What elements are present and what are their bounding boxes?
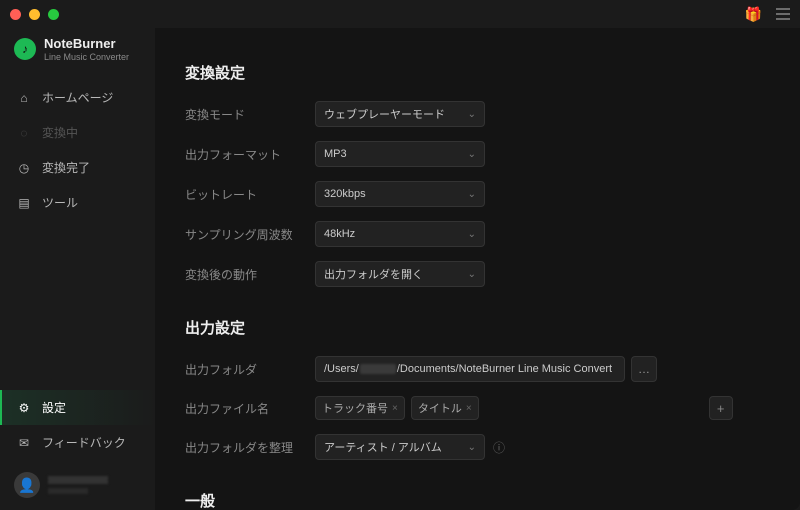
chevron-down-icon: ⌄ <box>468 149 476 160</box>
app-name: NoteBurner <box>44 36 129 51</box>
filename-tag[interactable]: タイトル × <box>411 396 479 420</box>
chevron-down-icon: ⌄ <box>468 442 476 453</box>
tag-label: トラック番号 <box>322 400 388 416</box>
output-folder-input[interactable]: /Users/ /Documents/NoteBurner Line Music … <box>315 356 625 382</box>
sidebar-item-home[interactable]: ⌂ ホームページ <box>0 80 155 115</box>
label-format: 出力フォーマット <box>185 146 315 163</box>
sidebar-item-converting[interactable]: ◌ 変換中 <box>0 115 155 150</box>
sidebar-item-label: 変換中 <box>42 124 78 141</box>
chevron-down-icon: ⌄ <box>468 109 476 120</box>
select-mode[interactable]: ウェブプレーヤーモード ⌄ <box>315 101 485 127</box>
clock-icon: ◷ <box>16 161 32 175</box>
select-value: 48kHz <box>324 228 355 240</box>
section-title-general: 一般 <box>185 490 770 510</box>
sidebar-item-label: ホームページ <box>42 89 113 106</box>
filename-tag[interactable]: トラック番号 × <box>315 396 405 420</box>
user-profile[interactable]: 👤 <box>0 460 155 510</box>
label-after: 変換後の動作 <box>185 266 315 283</box>
app-subtitle: Line Music Converter <box>44 52 129 62</box>
home-icon: ⌂ <box>16 91 32 105</box>
sidebar: ♪ NoteBurner Line Music Converter ⌂ ホームペ… <box>0 28 155 510</box>
main-content: 変換設定 変換モード ウェブプレーヤーモード ⌄ 出力フォーマット MP3 ⌄ … <box>155 28 800 510</box>
sidebar-item-label: ツール <box>42 194 78 211</box>
sidebar-item-label: 設定 <box>42 399 66 416</box>
minimize-window-button[interactable] <box>29 9 40 20</box>
select-value: 320kbps <box>324 188 366 200</box>
sidebar-item-tools[interactable]: ▤ ツール <box>0 185 155 220</box>
spinner-icon: ◌ <box>16 126 32 140</box>
app-logo-icon: ♪ <box>14 38 36 60</box>
select-bitrate[interactable]: 320kbps ⌄ <box>315 181 485 207</box>
path-prefix: /Users/ <box>324 363 359 375</box>
select-after[interactable]: 出力フォルダを開く ⌄ <box>315 261 485 287</box>
close-window-button[interactable] <box>10 9 21 20</box>
select-value: 出力フォルダを開く <box>324 266 423 282</box>
sidebar-item-label: フィードバック <box>42 434 126 451</box>
label-filename: 出力ファイル名 <box>185 400 315 417</box>
avatar-icon: 👤 <box>14 472 40 498</box>
select-format[interactable]: MP3 ⌄ <box>315 141 485 167</box>
select-organize[interactable]: アーティスト / アルバム ⌄ <box>315 434 485 460</box>
sidebar-item-label: 変換完了 <box>42 159 90 176</box>
tag-label: タイトル <box>418 400 462 416</box>
chevron-down-icon: ⌄ <box>468 189 476 200</box>
label-sample: サンプリング周波数 <box>185 226 315 243</box>
titlebar: 🎁 <box>0 0 800 28</box>
select-value: ウェブプレーヤーモード <box>324 106 445 122</box>
add-tag-button[interactable]: + <box>709 396 733 420</box>
chevron-down-icon: ⌄ <box>468 229 476 240</box>
sidebar-item-feedback[interactable]: ✉ フィードバック <box>0 425 155 460</box>
toolbox-icon: ▤ <box>16 196 32 210</box>
sidebar-item-completed[interactable]: ◷ 変換完了 <box>0 150 155 185</box>
tag-remove-icon[interactable]: × <box>392 403 398 414</box>
user-email-redacted <box>48 488 88 494</box>
mail-icon: ✉ <box>16 436 32 450</box>
select-sample[interactable]: 48kHz ⌄ <box>315 221 485 247</box>
tag-remove-icon[interactable]: × <box>466 403 472 414</box>
gear-icon: ⚙ <box>16 401 32 415</box>
hamburger-icon[interactable] <box>776 8 790 20</box>
section-title-output: 出力設定 <box>185 317 770 338</box>
section-title-conversion: 変換設定 <box>185 62 770 83</box>
label-mode: 変換モード <box>185 106 315 123</box>
label-bitrate: ビットレート <box>185 186 315 203</box>
chevron-down-icon: ⌄ <box>468 269 476 280</box>
label-organize: 出力フォルダを整理 <box>185 439 315 456</box>
select-value: アーティスト / アルバム <box>324 439 442 455</box>
sidebar-item-settings[interactable]: ⚙ 設定 <box>0 390 155 425</box>
brand: ♪ NoteBurner Line Music Converter <box>0 32 155 80</box>
info-icon[interactable]: ⓘ <box>493 439 505 456</box>
browse-folder-button[interactable]: … <box>631 356 657 382</box>
label-folder: 出力フォルダ <box>185 361 315 378</box>
select-value: MP3 <box>324 148 347 160</box>
user-name-redacted <box>48 476 108 484</box>
path-redacted <box>360 364 396 374</box>
path-suffix: /Documents/NoteBurner Line Music Convert <box>397 363 612 375</box>
gift-icon[interactable]: 🎁 <box>745 6 762 23</box>
maximize-window-button[interactable] <box>48 9 59 20</box>
